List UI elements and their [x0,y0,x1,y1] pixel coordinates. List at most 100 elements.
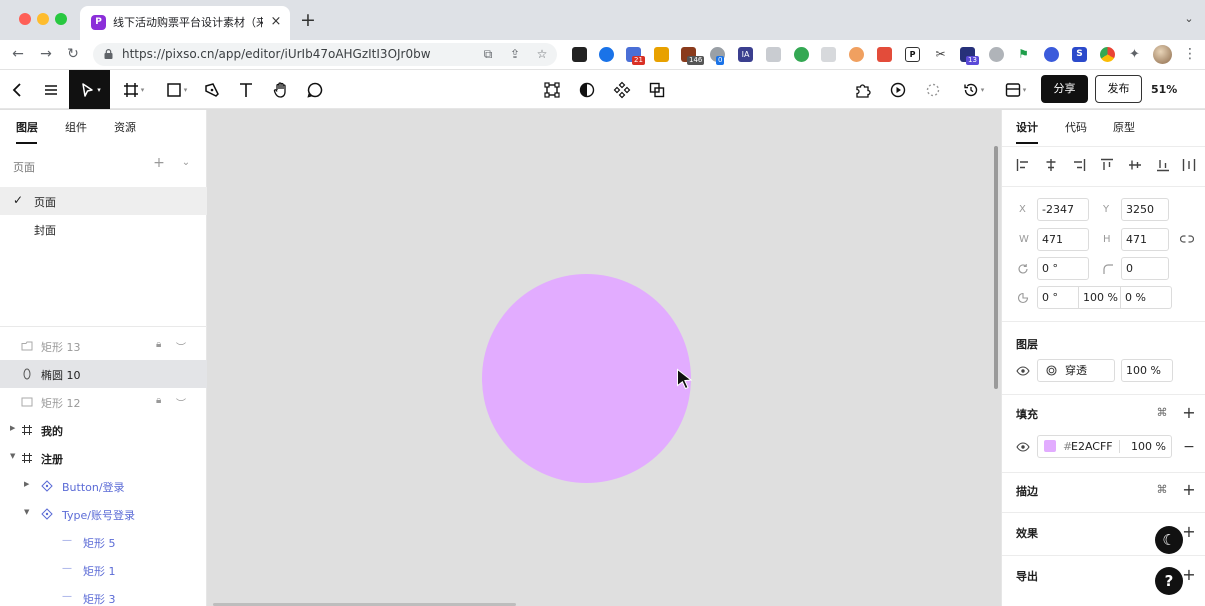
minimize-window-button[interactable] [37,13,49,25]
forward-arrow-icon[interactable]: → [36,44,56,64]
layer-row[interactable]: — 矩形 5 [0,528,207,556]
p-extension-icon[interactable]: P [905,47,920,62]
layout-panel-icon[interactable]: ▾ [997,70,1033,109]
visibility-eye-icon[interactable] [1016,366,1030,376]
add-effect-icon[interactable]: + [1182,524,1196,540]
fill-row[interactable]: # E2ACFF 100 % [1037,435,1172,458]
browser-tab[interactable]: P 线下活动购票平台设计素材（来自 × [80,6,290,40]
extension-icon-12[interactable] [877,47,892,62]
download-extension-icon[interactable] [654,47,669,62]
layer-opacity-input[interactable]: 100 % [1121,359,1173,382]
layer-row[interactable]: ▶ Button/登录 [0,472,207,500]
dark-mode-moon-icon[interactable]: ☾ [1155,526,1183,554]
url-omnibox[interactable]: https://pixso.cn/app/editor/iUrIb47oAHGz… [93,43,557,66]
tab-components[interactable]: 组件 [65,120,87,136]
style-grid-icon[interactable]: ⌘ [1155,406,1169,419]
align-horizontal-center-icon[interactable] [1044,158,1058,172]
expand-arrow-icon[interactable]: ▶ [24,480,29,488]
layer-row[interactable]: ▼ Type/账号登录 [0,500,207,528]
tab-close-icon[interactable]: × [268,13,284,31]
share-page-icon[interactable]: ⇪ [507,46,523,62]
add-export-icon[interactable]: + [1182,567,1196,583]
align-bottom-icon[interactable] [1156,158,1170,172]
remove-fill-icon[interactable]: − [1182,440,1196,454]
extension-icon-6[interactable]: 0 [710,47,725,65]
page-item[interactable]: 封面 [0,215,207,243]
mask-icon[interactable] [571,70,603,109]
arc-sweep-input[interactable]: 100 % [1079,286,1121,309]
extension-icon-2[interactable] [599,47,614,62]
align-top-icon[interactable] [1100,158,1114,172]
collapse-arrow-icon[interactable]: ▼ [24,508,29,516]
x-input[interactable]: -2347 [1037,198,1089,221]
constrain-proportions-link-icon[interactable] [1180,234,1194,244]
fill-opacity-input[interactable]: 100 % [1131,436,1166,457]
text-tool-icon[interactable] [230,70,262,109]
lock-icon[interactable]: 🔒︎ [156,339,161,350]
zoom-level-dropdown[interactable]: 51% [1151,81,1181,98]
pen-tool-icon[interactable] [196,70,228,109]
comment-tool-icon[interactable] [299,70,331,109]
plugins-icon[interactable] [847,70,879,109]
create-component-icon[interactable] [606,70,638,109]
extension-icon-9[interactable] [794,47,809,62]
s-extension-icon[interactable]: S [1072,47,1087,62]
share-button[interactable]: 分享 [1041,75,1088,103]
frame-tool-icon[interactable]: ▾ [115,70,151,109]
extensions-puzzle-icon[interactable]: ✦ [1127,47,1142,62]
tab-code[interactable]: 代码 [1065,120,1087,136]
tab-design[interactable]: 设计 [1016,120,1038,136]
extension-icon-18[interactable] [1044,47,1059,62]
extension-icon-15[interactable]: 13 [960,47,979,65]
design-canvas[interactable] [208,110,1001,606]
tab-search-chevron-icon[interactable]: ⌄ [1181,12,1197,28]
reload-icon[interactable]: ↻ [63,44,83,64]
extension-icon-10[interactable] [821,47,836,62]
extension-icon-5[interactable]: 146 [681,47,705,65]
layer-row[interactable]: — 矩形 1 [0,556,207,584]
extension-icon-8[interactable] [766,47,781,62]
main-menu-icon[interactable] [35,70,67,109]
layer-row[interactable]: — 矩形 3 [0,584,207,606]
fill-color-swatch[interactable] [1044,440,1056,452]
align-vertical-center-icon[interactable] [1128,158,1142,172]
lock-icon[interactable]: 🔒︎ [156,395,161,406]
page-item[interactable]: ✓ 页面 [0,187,207,215]
extension-icon-1[interactable] [572,47,587,62]
align-left-icon[interactable] [1016,158,1030,172]
layer-row[interactable]: 椭圆 10 [0,360,207,388]
vertical-scrollbar[interactable] [994,146,998,389]
height-input[interactable]: 471 [1121,228,1169,251]
publish-button[interactable]: 发布 [1095,75,1142,103]
distribute-icon[interactable] [1182,158,1196,172]
rectangle-tool-icon[interactable]: ▾ [158,70,194,109]
layer-row[interactable]: 矩形 13 🔒︎ ︶ [0,332,207,360]
align-right-icon[interactable] [1072,158,1086,172]
boolean-group-icon[interactable] [641,70,673,109]
bookmark-star-icon[interactable]: ☆ [534,46,550,62]
move-tool-icon[interactable]: ▾ [69,70,110,109]
new-tab-button[interactable]: + [297,10,319,32]
extension-icon-3[interactable]: 21 [626,47,645,65]
layer-row[interactable]: ▶ 我的 [0,416,207,444]
width-input[interactable]: 471 [1037,228,1089,251]
arc-start-input[interactable]: 0 ° [1037,286,1079,309]
back-arrow-icon[interactable]: ← [8,44,28,64]
collapse-pages-chevron-icon[interactable]: ⌄ [179,156,193,170]
y-input[interactable]: 3250 [1121,198,1169,221]
style-grid-icon[interactable]: ⌘ [1155,483,1169,496]
collapse-arrow-icon[interactable]: ▼ [10,452,15,460]
expand-arrow-icon[interactable]: ▶ [10,424,15,432]
profile-avatar[interactable] [1153,45,1172,64]
add-fill-icon[interactable]: + [1182,405,1196,421]
rotation-input[interactable]: 0 ° [1037,257,1089,280]
visibility-eye-icon[interactable] [1016,442,1030,452]
corner-radius-input[interactable]: 0 [1121,257,1169,280]
extension-icon-11[interactable] [849,47,864,62]
layer-row[interactable]: 矩形 12 🔒︎ ︶ [0,388,207,416]
play-prototype-icon[interactable] [882,70,914,109]
extension-icon-16[interactable] [989,47,1004,62]
layer-row[interactable]: ▼ 注册 [0,444,207,472]
open-in-app-icon[interactable]: ⧉ [480,46,496,62]
chrome-extension-icon[interactable] [1100,47,1115,62]
